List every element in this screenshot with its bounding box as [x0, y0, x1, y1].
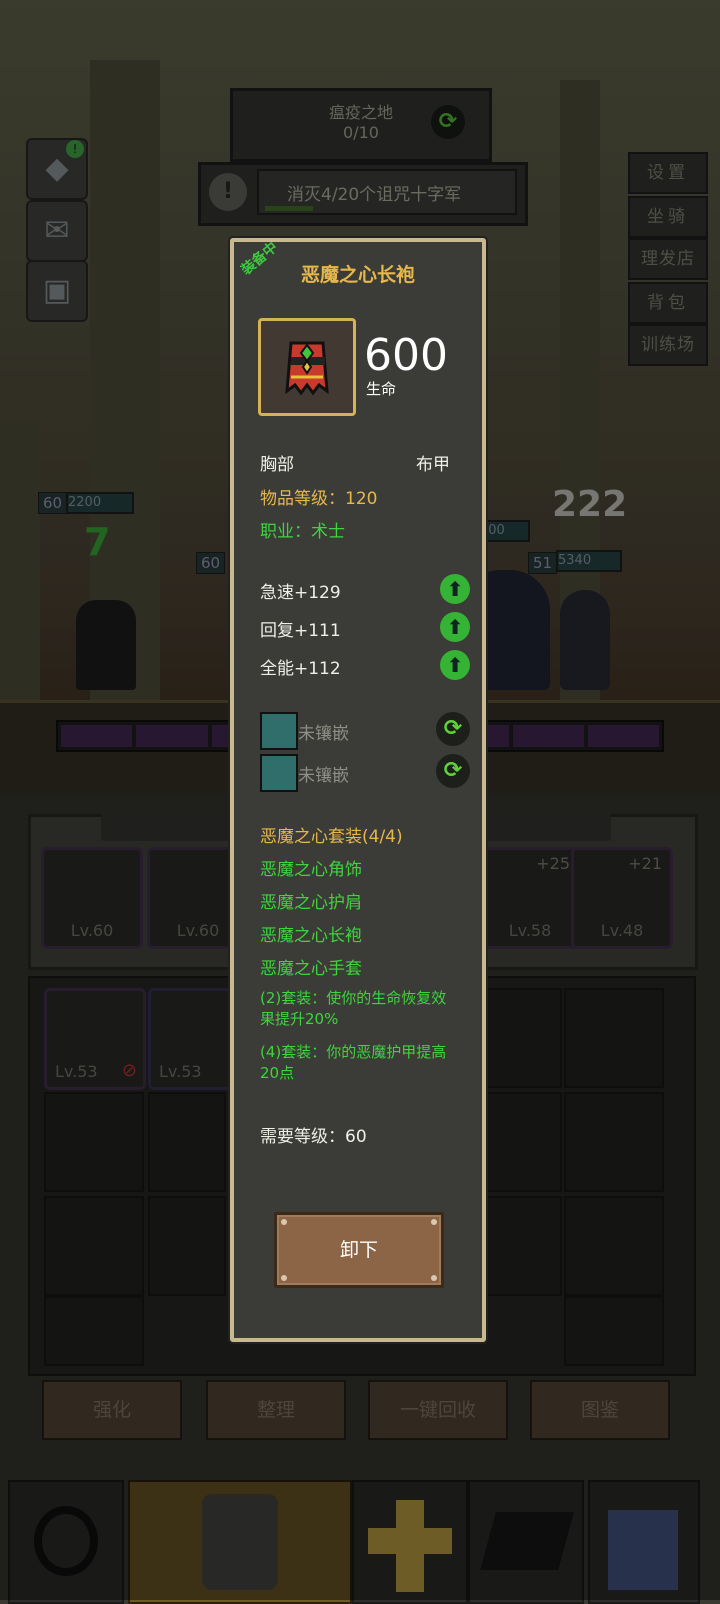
socket-label: 未镶嵌 — [298, 724, 349, 744]
nav-town[interactable] — [588, 1480, 700, 1604]
slot-level: Lv.58 — [508, 921, 552, 940]
enemy-level: 51 — [528, 552, 558, 574]
socket-refresh-icon[interactable]: ⟳ — [436, 712, 470, 746]
bag-slot-empty[interactable] — [564, 1196, 664, 1296]
forbidden-icon: ⊘ — [121, 1060, 137, 1081]
stat-recovery: 回复+111 — [260, 621, 341, 641]
item-level: 物品等级：120 — [260, 489, 378, 509]
set-bonus-2: (2)套装：使你的生命恢复效果提升20% — [260, 989, 447, 1028]
training-button[interactable]: 训练场 — [628, 324, 708, 366]
slot-plus: +25 — [536, 854, 570, 873]
mount-button[interactable]: 坐骑 — [628, 196, 708, 238]
stat-haste: 急速+129 — [260, 583, 341, 603]
item-icon-frame — [258, 318, 356, 416]
tree-trunk — [0, 420, 40, 700]
task-panel[interactable]: ! 消灭4/20个诅咒十字军 — [198, 162, 528, 226]
main-stat-label: 生命 — [366, 380, 397, 398]
enemy-damage-float: 222 — [552, 484, 628, 525]
set-item: 恶魔之心长袍 — [260, 926, 362, 946]
gem-socket[interactable] — [260, 754, 298, 792]
bag-slot-empty[interactable] — [44, 1296, 144, 1366]
upgrade-arrow-icon: ⬆ — [440, 650, 470, 680]
player-character — [76, 600, 136, 690]
equip-slot-staff[interactable]: +25 Lv.58 — [479, 847, 581, 949]
bag-slot-empty[interactable] — [564, 1092, 664, 1192]
bag-slot-empty[interactable] — [478, 988, 562, 1088]
enhance-button[interactable]: 强化 — [42, 1380, 182, 1440]
slot-level: Lv.48 — [600, 921, 644, 940]
socket-label: 未镶嵌 — [298, 766, 349, 786]
nav-forge[interactable] — [468, 1480, 584, 1604]
equip-slot-wand[interactable]: +21 Lv.48 — [571, 847, 673, 949]
bag-slot-empty[interactable] — [564, 988, 664, 1088]
gem-socket[interactable] — [260, 712, 298, 750]
robe-icon — [285, 341, 329, 396]
bag-slot-empty[interactable] — [478, 1196, 562, 1296]
set-item: 恶魔之心护肩 — [260, 893, 362, 913]
unequip-label: 卸下 — [339, 1239, 378, 1261]
stat-versatility: 全能+112 — [260, 659, 341, 679]
damage-float: 7 — [84, 520, 111, 564]
task-text: 消灭4/20个诅咒十字军 — [287, 185, 462, 205]
pouch-icon — [34, 1506, 98, 1576]
required-level: 需要等级：60 — [260, 1127, 367, 1147]
bag-slot-empty[interactable] — [478, 1092, 562, 1192]
bag-slot-empty[interactable] — [148, 1196, 226, 1296]
armor-icon — [202, 1494, 278, 1590]
armor-type: 布甲 — [416, 455, 450, 475]
main-stat-value: 600 — [364, 330, 448, 381]
refresh-icon[interactable]: ⟳ — [431, 105, 465, 139]
mail-button[interactable]: ✉ — [26, 200, 88, 262]
set-item: 恶魔之心手套 — [260, 959, 362, 979]
class-requirement: 职业：术士 — [260, 522, 345, 542]
sort-button[interactable]: 整理 — [206, 1380, 346, 1440]
nav-bag[interactable] — [8, 1480, 124, 1604]
enemy-hp-bar-b: 5340 — [556, 550, 622, 572]
set-bonus-4: (4)套装：你的恶魔护甲提高20点 — [260, 1043, 447, 1082]
mail-icon: ✉ — [44, 213, 70, 248]
set-item: 恶魔之心角饰 — [260, 860, 362, 880]
recycle-all-button[interactable]: 一键回收 — [368, 1380, 508, 1440]
slot-level: Lv.60 — [70, 921, 114, 940]
barber-button[interactable]: 理发店 — [628, 238, 708, 280]
codex-button[interactable]: 图鉴 — [530, 1380, 670, 1440]
ally-level: 60 — [196, 552, 226, 574]
bag-slot-empty[interactable] — [148, 1092, 226, 1192]
alert-icon: ! — [209, 173, 247, 211]
house-icon — [608, 1510, 678, 1590]
settings-button[interactable]: 设置 — [628, 152, 708, 194]
equip-slot-horns[interactable]: Lv.60 — [41, 847, 143, 949]
notification-badge: ! — [66, 140, 84, 158]
item-detail-popup: 装备中 恶魔之心长袍 600 生命 胸部 布甲 物品等级：120 职业：术士 急… — [230, 238, 486, 1342]
enemy-knight — [560, 590, 610, 690]
upgrade-arrow-icon: ⬆ — [440, 574, 470, 604]
backpack-button[interactable]: 背包 — [628, 282, 708, 324]
anvil-icon — [480, 1512, 574, 1570]
stone-icon: ◆ — [45, 151, 69, 186]
upgrade-arrow-icon: ⬆ — [440, 612, 470, 642]
slot-plus: +21 — [628, 854, 662, 873]
socket-refresh-icon[interactable]: ⟳ — [436, 754, 470, 788]
bag-slot-empty[interactable] — [44, 1196, 144, 1296]
bag-slot-empty[interactable] — [44, 1092, 144, 1192]
chest-button[interactable]: ▣ — [26, 260, 88, 322]
player-level: 60 — [38, 492, 68, 514]
item-name: 恶魔之心长袍 — [300, 264, 415, 286]
nav-talent[interactable] — [352, 1480, 468, 1604]
item-slot: 胸部 — [260, 455, 294, 475]
task-progress-bar — [265, 206, 313, 211]
chest-icon: ▣ — [42, 273, 72, 308]
nav-equipment[interactable] — [128, 1480, 352, 1604]
player-hp-bar: 2200 — [66, 492, 134, 514]
stone-button[interactable]: ◆ ! — [26, 138, 88, 200]
bag-slot-sword[interactable]: Lv.53 ⊘ — [44, 988, 146, 1090]
quest-panel[interactable]: 瘟疫之地 0/10 ⟳ — [230, 88, 492, 162]
set-name: 恶魔之心套装(4/4) — [260, 827, 403, 847]
bag-slot-empty[interactable] — [564, 1296, 664, 1366]
unequip-button[interactable]: 卸下 — [274, 1212, 444, 1288]
